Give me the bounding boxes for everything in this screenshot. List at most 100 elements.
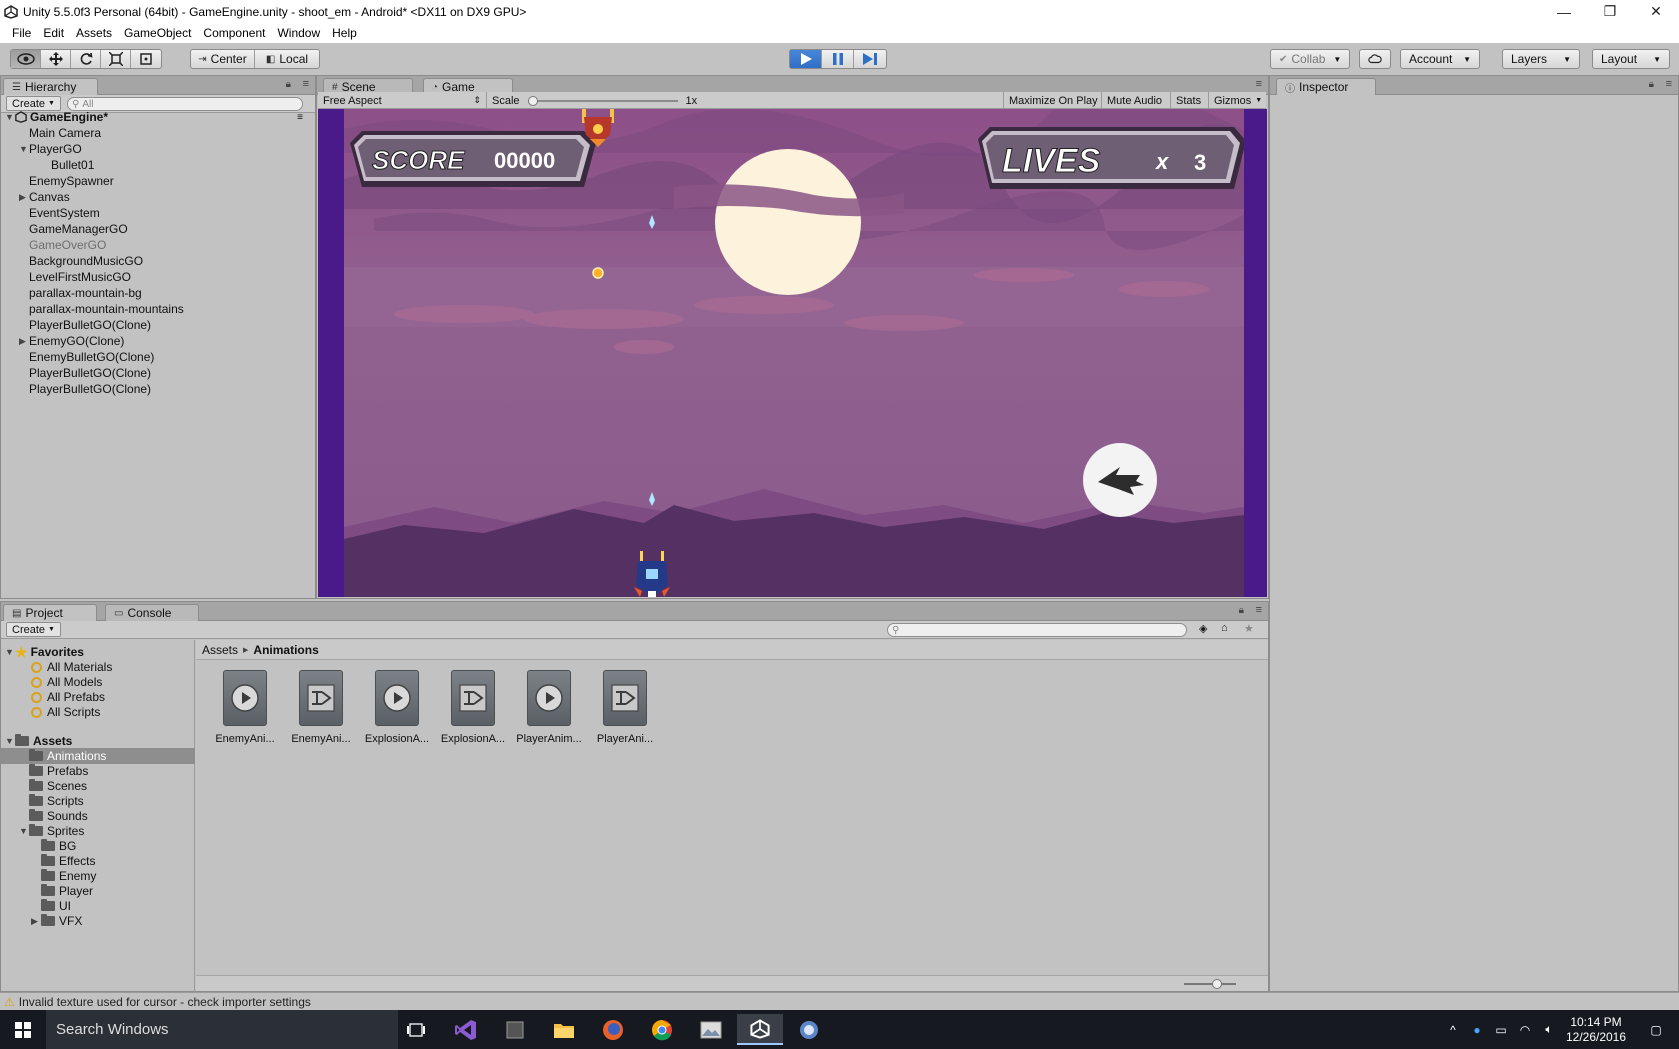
view-tool-button[interactable]: [11, 50, 41, 68]
asset-item[interactable]: PlayerAni...: [589, 670, 661, 745]
favorite-item[interactable]: All Prefabs: [31, 689, 105, 705]
battery-button[interactable]: ▭: [1490, 1010, 1512, 1049]
folder-item[interactable]: Player: [1, 883, 195, 899]
action-center-button[interactable]: ▢: [1636, 1010, 1676, 1049]
hierarchy-item[interactable]: EventSystem: [19, 205, 100, 221]
panel-menu-icon[interactable]: ≡: [1666, 78, 1672, 90]
menu-edit[interactable]: Edit: [37, 26, 70, 40]
hierarchy-item[interactable]: EnemyBulletGO(Clone): [19, 349, 154, 365]
hierarchy-item[interactable]: Bullet01: [41, 157, 94, 173]
tag-icon[interactable]: ⌂: [1221, 622, 1228, 634]
rect-tool-button[interactable]: [131, 50, 161, 68]
hierarchy-item[interactable]: EnemySpawner: [19, 173, 114, 189]
folder-item[interactable]: Scenes: [1, 778, 195, 794]
hierarchy-item[interactable]: parallax-mountain-mountains: [19, 301, 184, 317]
expand-triangle-icon[interactable]: ▼: [5, 112, 15, 122]
lock-icon[interactable]: 🔒︎: [1649, 79, 1654, 90]
stats-toggle[interactable]: Stats: [1170, 92, 1206, 109]
breadcrumb-animations[interactable]: Animations: [253, 643, 318, 657]
breadcrumb-assets[interactable]: Assets: [202, 643, 238, 657]
step-button[interactable]: [854, 50, 886, 68]
folder-item[interactable]: Sounds: [1, 808, 195, 824]
favorite-item[interactable]: All Models: [31, 674, 102, 690]
favorites-row[interactable]: ▼ ★ Favorites: [5, 644, 84, 660]
lock-icon[interactable]: 🔒︎: [1239, 605, 1244, 616]
gizmos-dropdown[interactable]: Gizmos ▼: [1208, 92, 1266, 109]
folder-item[interactable]: ▶ VFX: [1, 913, 195, 929]
menu-component[interactable]: Component: [197, 26, 271, 40]
account-dropdown[interactable]: Account ▼: [1400, 49, 1480, 69]
tab-console[interactable]: ▭ Console: [105, 604, 199, 621]
hierarchy-item[interactable]: ▼ PlayerGO: [19, 141, 82, 157]
hierarchy-item[interactable]: ▶ Canvas: [19, 189, 70, 205]
menu-file[interactable]: File: [6, 26, 37, 40]
folder-item[interactable]: Effects: [1, 853, 195, 869]
status-bar[interactable]: ⚠ Invalid texture used for cursor - chec…: [0, 992, 1679, 1010]
hierarchy-item[interactable]: PlayerBulletGO(Clone): [19, 365, 151, 381]
asset-item[interactable]: EnemyAni...: [285, 670, 357, 745]
folder-item[interactable]: Animations: [1, 748, 195, 764]
panel-menu-icon[interactable]: ≡: [1256, 78, 1262, 90]
pause-button[interactable]: [822, 50, 854, 68]
task-view-button[interactable]: [393, 1014, 439, 1045]
asset-item[interactable]: EnemyAni...: [209, 670, 281, 745]
hierarchy-item[interactable]: parallax-mountain-bg: [19, 285, 142, 301]
taskbar-search-box[interactable]: Search Windows: [46, 1010, 398, 1049]
panel-menu-icon[interactable]: ≡: [303, 78, 309, 90]
folder-item[interactable]: Prefabs: [1, 763, 195, 779]
lock-icon[interactable]: 🔒︎: [286, 79, 291, 90]
expand-triangle-icon[interactable]: ▼: [19, 826, 29, 836]
visual-studio-taskbar-button[interactable]: [443, 1014, 489, 1045]
mute-audio-toggle[interactable]: Mute Audio: [1101, 92, 1167, 109]
rotate-tool-button[interactable]: [71, 50, 101, 68]
minimize-button[interactable]: —: [1541, 0, 1587, 23]
zoom-slider-thumb[interactable]: [1212, 979, 1222, 989]
scene-menu-icon[interactable]: ≡: [297, 112, 303, 123]
folder-item[interactable]: Enemy: [1, 868, 195, 884]
aspect-dropdown[interactable]: Free Aspect ⇕: [318, 92, 486, 109]
hierarchy-item[interactable]: Main Camera: [19, 125, 101, 141]
scene-root-row[interactable]: ▼ GameEngine* ≡: [5, 109, 311, 125]
tab-project[interactable]: ▤ Project: [3, 604, 97, 621]
collab-dropdown[interactable]: ✔ Collab ▼: [1270, 49, 1350, 69]
menu-help[interactable]: Help: [326, 26, 363, 40]
tab-inspector[interactable]: ⓘ Inspector: [1276, 78, 1376, 95]
expand-triangle-icon[interactable]: ▶: [19, 336, 29, 347]
expand-triangle-icon[interactable]: ▼: [19, 144, 29, 154]
menu-gameobject[interactable]: GameObject: [118, 26, 197, 40]
file-explorer-taskbar-button[interactable]: [541, 1014, 587, 1045]
chrome-taskbar-button[interactable]: [639, 1014, 685, 1045]
project-create-button[interactable]: Create ▼: [6, 622, 61, 637]
favorite-item[interactable]: All Materials: [31, 659, 112, 675]
show-hidden-icons[interactable]: ^: [1442, 1010, 1464, 1049]
hierarchy-item[interactable]: PlayerBulletGO(Clone): [19, 317, 151, 333]
unity-taskbar-button[interactable]: [737, 1014, 783, 1045]
hierarchy-item[interactable]: GameOverGO: [19, 237, 106, 253]
firefox-taskbar-button[interactable]: [590, 1014, 636, 1045]
game-app-taskbar-button[interactable]: [786, 1014, 832, 1045]
volume-button[interactable]: 🔈︎: [1538, 1010, 1560, 1049]
pivot-local-button[interactable]: ◧ Local: [255, 50, 319, 68]
app-taskbar-button[interactable]: [492, 1014, 538, 1045]
move-tool-button[interactable]: [41, 50, 71, 68]
hierarchy-item[interactable]: GameManagerGO: [19, 221, 128, 237]
network-button[interactable]: ◠: [1514, 1010, 1536, 1049]
filter-type-icon[interactable]: ◈: [1199, 622, 1207, 635]
panel-menu-icon[interactable]: ≡: [1256, 604, 1262, 616]
clock[interactable]: 10:14 PM 12/26/2016: [1560, 1010, 1632, 1049]
close-button[interactable]: ✕: [1633, 0, 1679, 23]
folder-item[interactable]: BG: [1, 838, 195, 854]
play-button[interactable]: [790, 50, 822, 68]
pivot-center-button[interactable]: ⇥ Center: [191, 50, 255, 68]
tab-hierarchy[interactable]: ☰ Hierarchy: [3, 78, 98, 95]
layout-dropdown[interactable]: Layout ▼: [1592, 49, 1670, 69]
asset-item[interactable]: PlayerAnim...: [513, 670, 585, 745]
project-search-input[interactable]: ⚲: [887, 623, 1187, 637]
zoom-slider-track[interactable]: [1184, 983, 1236, 985]
menu-assets[interactable]: Assets: [70, 26, 118, 40]
assets-root-row[interactable]: ▼ Assets: [5, 733, 72, 749]
expand-triangle-icon[interactable]: ▼: [5, 647, 15, 657]
asset-item[interactable]: ExplosionA...: [361, 670, 433, 745]
hierarchy-item[interactable]: BackgroundMusicGO: [19, 253, 143, 269]
scale-slider[interactable]: [527, 95, 678, 106]
